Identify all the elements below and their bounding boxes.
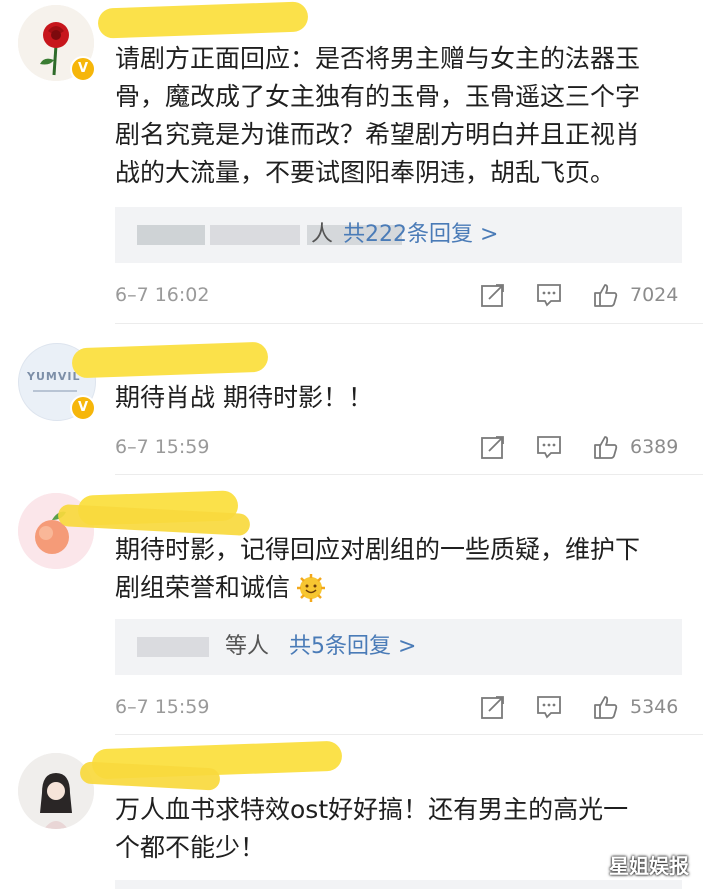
comment-text: 万人血书求特效ost好好搞！还有男主的高光一 个都不能少！	[115, 795, 629, 862]
share-icon[interactable]	[480, 434, 506, 460]
comment-meta: 6–7 15:59 6389	[115, 432, 683, 462]
comment-3: 期待时影，记得回应对剧组的一些质疑，维护下 剧组荣誉和诚信 等人 共5条回复 >…	[0, 475, 703, 735]
comment-1: V 请剧方正面回应：是否将男主赠与女主的法器玉 骨，魔改成了女主独有的玉骨，玉骨…	[0, 0, 703, 325]
share-icon[interactable]	[480, 694, 506, 720]
comment-text: 期待时影，记得回应对剧组的一些质疑，维护下 剧组荣誉和诚信	[115, 535, 641, 602]
comment-text: 请剧方正面回应：是否将男主赠与女主的法器玉 骨，魔改成了女主独有的玉骨，玉骨遥这…	[115, 44, 641, 187]
verified-badge-icon: V	[70, 56, 96, 82]
reply-prefix: 人	[311, 222, 334, 247]
thumbs-up-icon[interactable]	[593, 434, 619, 460]
comment-icon[interactable]	[536, 282, 562, 308]
divider	[115, 323, 703, 324]
blurred-names	[210, 225, 300, 245]
timestamp: 6–7 16:02	[115, 284, 210, 306]
next-reply-box	[115, 880, 682, 889]
view-replies-link[interactable]: 共222条回复 >	[343, 219, 498, 251]
timestamp: 6–7 15:59	[115, 436, 210, 458]
thumbs-up-icon[interactable]	[593, 282, 619, 308]
reply-prefix: 等人	[225, 634, 270, 659]
verified-badge-icon: V	[70, 395, 96, 421]
comment-text: 期待肖战 期待时影！！	[115, 383, 373, 412]
comment-meta: 6–7 16:02 7024	[115, 280, 683, 310]
comment-meta: 6–7 15:59 5346	[115, 692, 683, 722]
smile-emoji-icon	[297, 574, 326, 602]
comment-icon[interactable]	[536, 694, 562, 720]
comment-4: 万人血书求特效ost好好搞！还有男主的高光一 个都不能少！	[0, 735, 703, 889]
reply-preview[interactable]: 人 共222条回复 >	[115, 207, 682, 263]
avatar-label: YUMVIL	[27, 370, 81, 383]
blurred-names	[137, 225, 205, 245]
like-count: 7024	[630, 284, 679, 306]
view-replies-link[interactable]: 共5条回复 >	[289, 631, 416, 663]
comment-icon[interactable]	[536, 434, 562, 460]
redaction-mark	[71, 341, 269, 379]
timestamp: 6–7 15:59	[115, 696, 210, 718]
watermark: 星姐娱报	[609, 854, 689, 878]
share-icon[interactable]	[480, 282, 506, 308]
like-count: 6389	[630, 436, 679, 458]
reply-preview[interactable]: 等人 共5条回复 >	[115, 619, 682, 675]
like-count: 5346	[630, 696, 679, 718]
thumbs-up-icon[interactable]	[593, 694, 619, 720]
blurred-names	[137, 637, 209, 657]
avatar-underline	[33, 390, 77, 392]
redaction-mark	[97, 1, 309, 39]
comment-2: YUMVIL V 期待肖战 期待时影！！ 6–7 15:59 6389	[0, 325, 703, 475]
